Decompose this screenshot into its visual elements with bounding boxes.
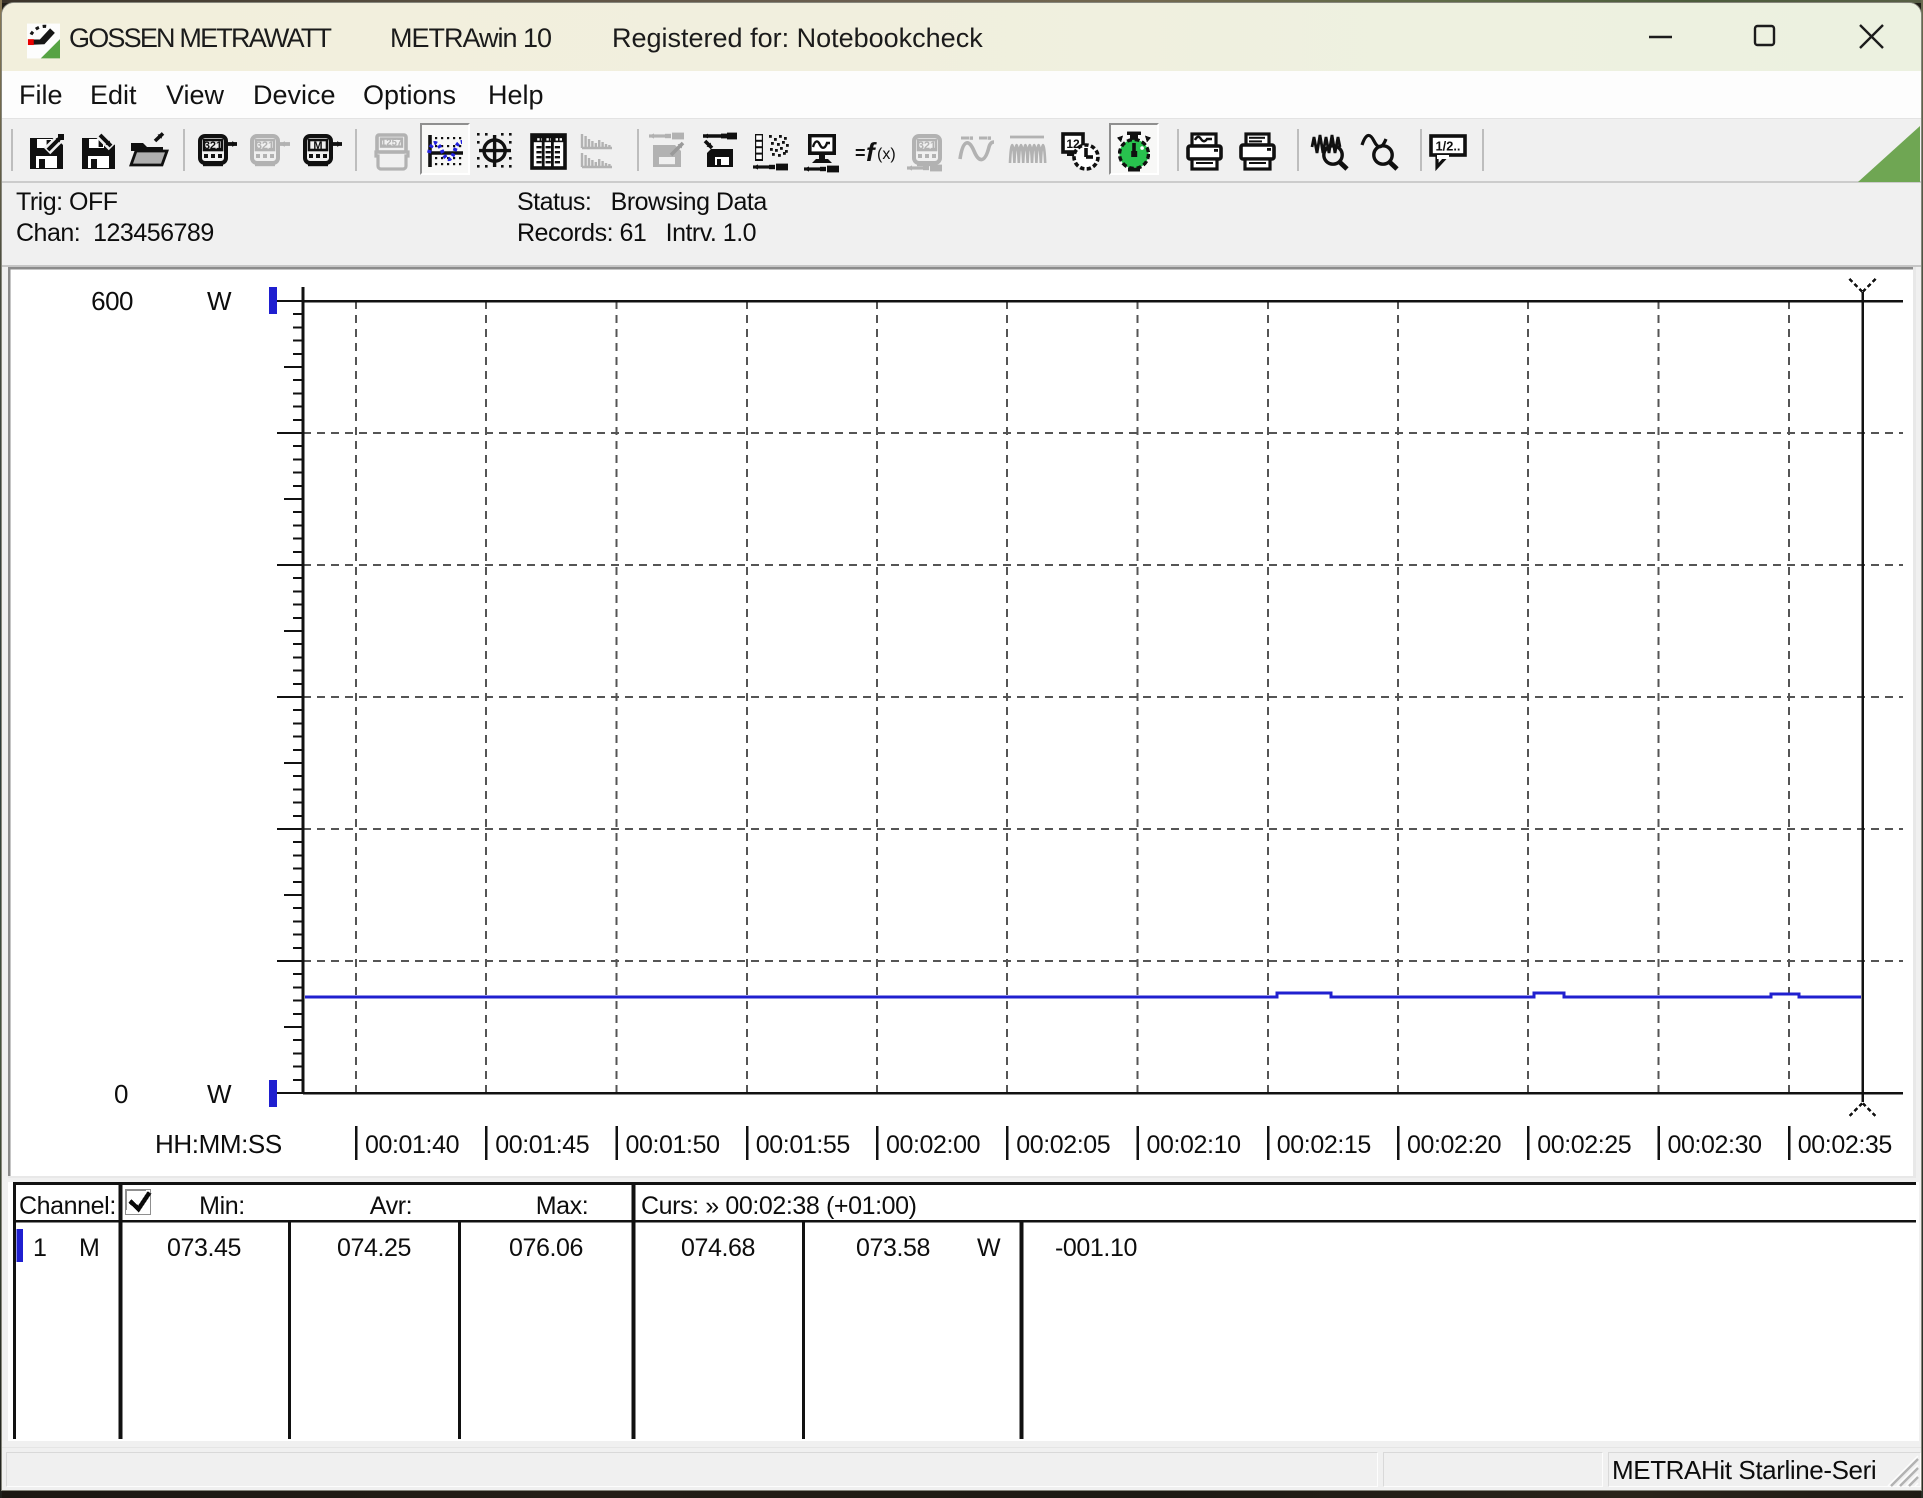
svg-text:W: W: [207, 1079, 232, 1109]
svg-text:00:02:30: 00:02:30: [1668, 1131, 1762, 1159]
svg-text:00:01:40: 00:01:40: [365, 1131, 459, 1159]
svg-text:Curs: » 00:02:38 (+01:00): Curs: » 00:02:38 (+01:00): [641, 1192, 917, 1220]
svg-text:-001.10: -001.10: [1055, 1234, 1137, 1262]
svg-text:321: 321: [256, 140, 274, 152]
svg-text:Avr:: Avr:: [370, 1192, 412, 1220]
svg-text:M: M: [79, 1234, 99, 1262]
svg-text:=: =: [855, 143, 866, 163]
svg-text:1257: 1257: [381, 138, 402, 149]
svg-text:1: 1: [33, 1234, 47, 1262]
svg-text:M: M: [313, 140, 322, 152]
svg-text:074.25: 074.25: [337, 1234, 411, 1262]
svg-text:00:02:05: 00:02:05: [1016, 1131, 1110, 1159]
svg-text:076.06: 076.06: [509, 1234, 583, 1262]
svg-text:f: f: [866, 137, 877, 167]
svg-text:00:02:00: 00:02:00: [886, 1131, 980, 1159]
svg-text:00:02:10: 00:02:10: [1147, 1131, 1241, 1159]
svg-text:321: 321: [204, 140, 222, 152]
svg-text:0: 0: [114, 1079, 128, 1109]
svg-text:Max:: Max:: [536, 1192, 589, 1220]
svg-text:Min:: Min:: [199, 1192, 245, 1220]
svg-text:073.45: 073.45: [167, 1234, 241, 1262]
svg-text:600: 600: [91, 286, 133, 316]
svg-text:00:02:15: 00:02:15: [1277, 1131, 1371, 1159]
svg-text:00:02:20: 00:02:20: [1407, 1131, 1501, 1159]
svg-text:00:01:50: 00:01:50: [626, 1131, 720, 1159]
svg-text:073.58: 073.58: [856, 1234, 930, 1262]
svg-text:00:02:35: 00:02:35: [1798, 1131, 1892, 1159]
svg-text:Channel:: Channel:: [19, 1192, 116, 1220]
svg-text:321: 321: [918, 140, 936, 152]
svg-text:00:02:25: 00:02:25: [1537, 1131, 1631, 1159]
svg-text:074.68: 074.68: [681, 1234, 755, 1262]
svg-text:W: W: [207, 286, 232, 316]
svg-text:(x): (x): [877, 146, 896, 163]
svg-text:00:01:55: 00:01:55: [756, 1131, 850, 1159]
svg-text:HH:MM:SS: HH:MM:SS: [155, 1129, 282, 1159]
svg-text:1/2..: 1/2..: [1436, 139, 1461, 154]
svg-text:W: W: [977, 1234, 1001, 1262]
svg-text:00:01:45: 00:01:45: [495, 1131, 589, 1159]
